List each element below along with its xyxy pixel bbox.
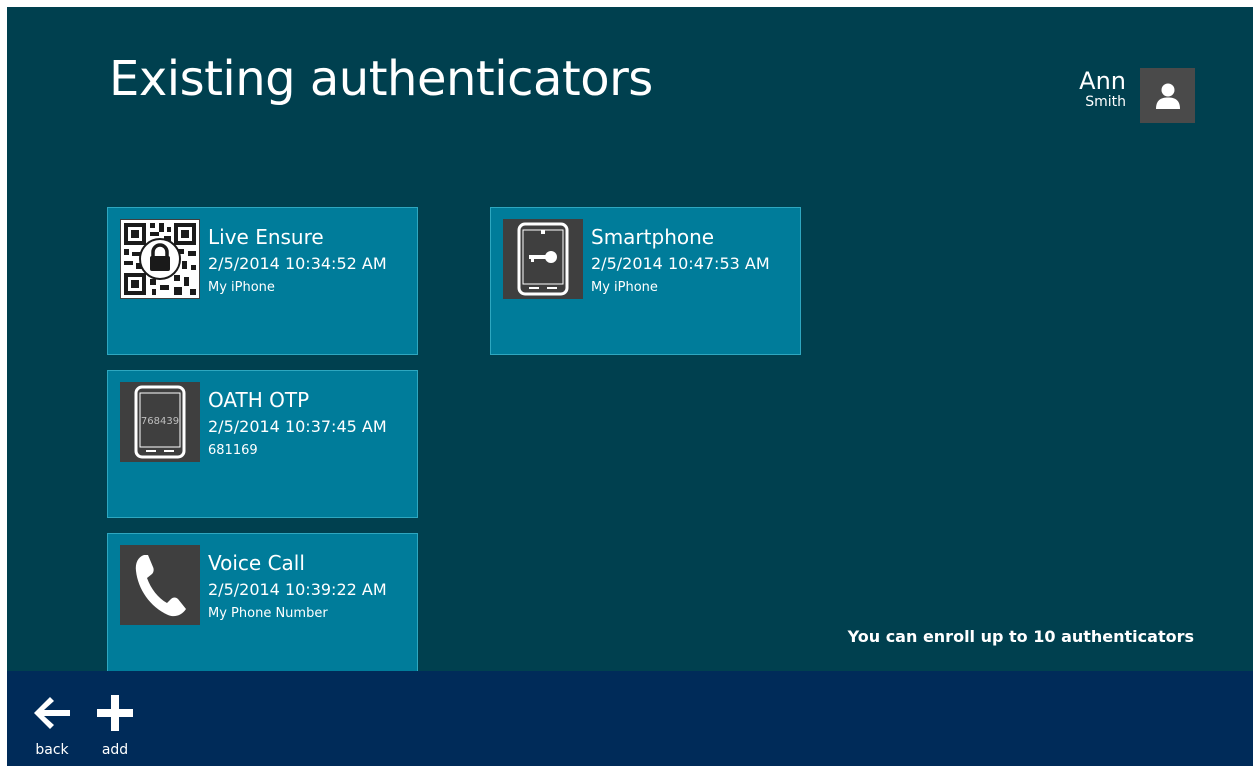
- authenticator-tile-voice-call[interactable]: Voice Call 2/5/2014 10:39:22 AM My Phone…: [107, 533, 418, 681]
- authenticator-date: 2/5/2014 10:39:22 AM: [208, 580, 387, 599]
- add-label: add: [101, 742, 129, 758]
- user-last-name: Smith: [1085, 94, 1126, 110]
- user-account[interactable]: Ann Smith: [1079, 67, 1195, 123]
- user-name-block: Ann Smith: [1079, 67, 1126, 110]
- authenticator-date: 2/5/2014 10:47:53 AM: [591, 254, 770, 273]
- add-button[interactable]: add: [85, 691, 145, 761]
- authenticator-detail: My iPhone: [591, 280, 658, 295]
- authenticator-tile-live-ensure[interactable]: Live Ensure 2/5/2014 10:34:52 AM My iPho…: [107, 207, 418, 355]
- phone-handset-icon: [120, 545, 200, 625]
- app-bar: back add: [7, 671, 1253, 766]
- enroll-limit-note: You can enroll up to 10 authenticators: [847, 627, 1194, 646]
- authenticator-detail: My Phone Number: [208, 606, 328, 621]
- app-window: Existing authenticators Ann Smith Live E…: [7, 7, 1253, 766]
- back-arrow-icon: [34, 697, 70, 729]
- user-icon: [1155, 83, 1180, 109]
- user-first-name: Ann: [1079, 67, 1126, 95]
- otp-code-display: 768439: [141, 416, 179, 427]
- authenticator-name: OATH OTP: [208, 388, 310, 412]
- plus-icon: [97, 695, 133, 731]
- authenticator-name: Smartphone: [591, 225, 715, 249]
- qr-lock-icon: [120, 219, 200, 299]
- back-label: back: [35, 742, 69, 758]
- authenticator-name: Voice Call: [208, 551, 305, 575]
- authenticator-tile-smartphone[interactable]: Smartphone 2/5/2014 10:47:53 AM My iPhon…: [490, 207, 801, 355]
- phone-key-icon: [503, 219, 583, 299]
- authenticator-date: 2/5/2014 10:37:45 AM: [208, 417, 387, 436]
- page-title: Existing authenticators: [109, 51, 653, 107]
- back-button[interactable]: back: [22, 691, 82, 761]
- authenticator-date: 2/5/2014 10:34:52 AM: [208, 254, 387, 273]
- authenticator-name: Live Ensure: [208, 225, 324, 249]
- authenticator-tile-oath-otp[interactable]: 768439 OATH OTP 2/5/2014 10:37:45 AM 681…: [107, 370, 418, 518]
- authenticator-detail: My iPhone: [208, 280, 275, 295]
- authenticator-detail: 681169: [208, 443, 258, 458]
- phone-otp-icon: 768439: [120, 382, 200, 462]
- avatar[interactable]: [1140, 68, 1195, 123]
